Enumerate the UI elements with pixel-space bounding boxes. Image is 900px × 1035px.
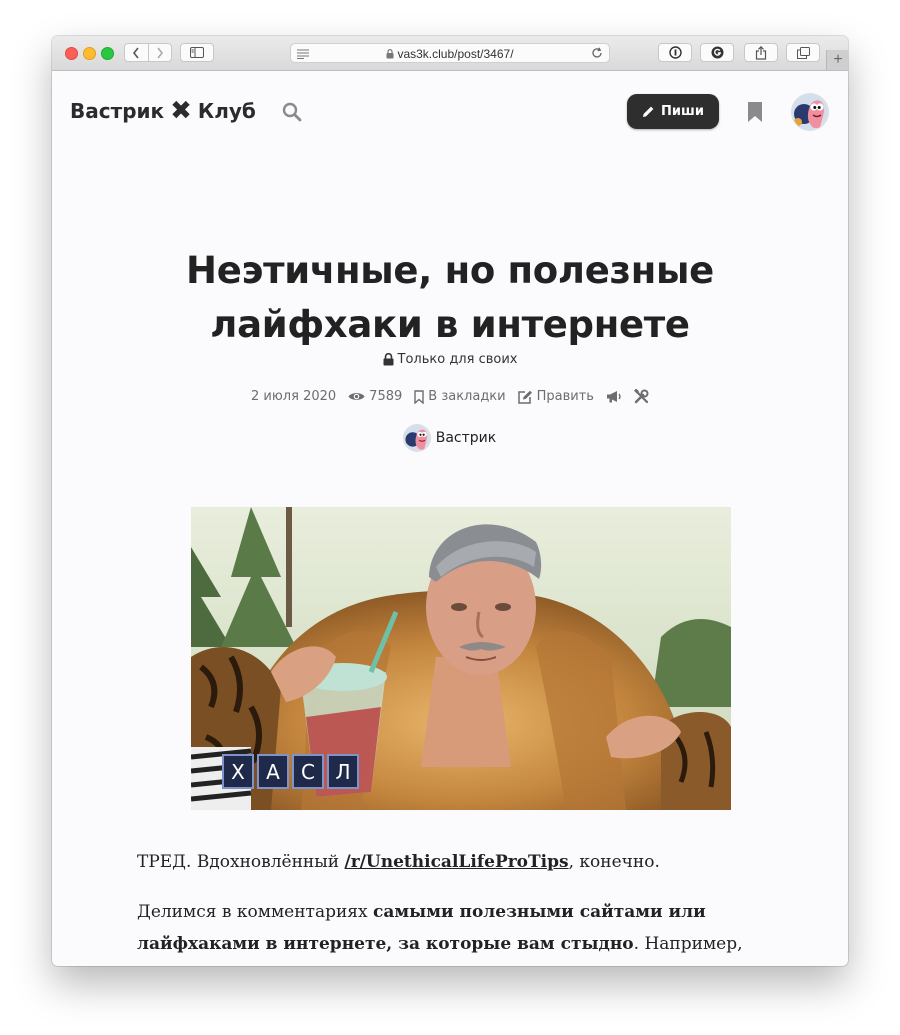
bookmarks-button[interactable] (748, 102, 762, 126)
megaphone-icon (606, 391, 621, 403)
visibility-text: Только для своих (397, 352, 518, 367)
p2-text-after: . Например, (633, 934, 743, 954)
cover-letter-4: Л (335, 760, 350, 784)
search-button[interactable] (282, 102, 302, 126)
tabs-icon (796, 46, 810, 59)
p1-text-after: , конечно. (568, 852, 660, 872)
views-count: 7589 (348, 389, 402, 404)
write-label: Пиши (661, 104, 704, 119)
back-button[interactable] (125, 44, 148, 61)
site-logo[interactable]: Вастрик ✖ Клуб (70, 98, 256, 124)
nav-buttons (124, 43, 172, 62)
edit-post-label: Править (536, 389, 594, 404)
lock-icon (383, 353, 394, 366)
address-bar[interactable]: vas3k.club/post/3467/ (290, 43, 610, 63)
post-author[interactable]: Вастрик (52, 425, 848, 451)
write-post-button[interactable]: Пиши (627, 94, 719, 129)
post-date[interactable]: 2 июля 2020 (251, 389, 336, 404)
minimize-window-button[interactable] (83, 47, 96, 60)
worm-avatar-icon (403, 425, 430, 451)
brand-left: Вастрик (70, 99, 165, 123)
share-button[interactable] (744, 43, 778, 62)
user-avatar[interactable] (792, 94, 828, 130)
tools-icon (633, 389, 649, 404)
search-icon (282, 102, 302, 122)
sidebar-toggle-button[interactable] (180, 43, 214, 62)
tabs-overview-button[interactable] (786, 43, 820, 62)
author-name: Вастрик (435, 430, 497, 446)
post-meta: 2 июля 2020 7589 В закладки Править (52, 389, 848, 404)
chevron-right-icon (157, 47, 163, 58)
post-title: Неэтичные, но полезные лайфхаки в интерн… (52, 244, 848, 352)
bookmark-post-label: В закладки (428, 389, 506, 404)
moderation-tools-button[interactable] (633, 389, 649, 404)
bookmark-icon (748, 102, 762, 122)
share-icon (755, 45, 767, 60)
brand-right: Клуб (197, 99, 256, 123)
edit-icon (517, 390, 532, 404)
chevron-left-icon (133, 47, 139, 58)
post-date-text: 2 июля 2020 (251, 389, 337, 404)
browser-toolbar: vas3k.club/post/3467/ + (52, 36, 848, 71)
eye-icon (348, 393, 365, 400)
url-text: vas3k.club/post/3467/ (397, 47, 514, 61)
subreddit-link[interactable]: /r/UnethicalLifeProTips (345, 852, 569, 872)
sidebar-icon (190, 47, 204, 58)
lock-icon (386, 49, 394, 59)
browser-window: vas3k.club/post/3467/ + Вастрик ✖ Клуб П… (52, 36, 848, 966)
cover-letter-2: А (266, 760, 280, 784)
url-display[interactable]: vas3k.club/post/3467/ (291, 47, 609, 61)
edit-post-button[interactable]: Править (517, 389, 594, 404)
1password-icon (668, 46, 682, 59)
forward-button[interactable] (149, 44, 172, 61)
grammarly-icon (711, 46, 723, 59)
visibility-badge: Только для своих (52, 352, 848, 367)
post-title-line2: лайфхаки в интернете (210, 303, 690, 346)
bookmark-outline-icon (414, 389, 424, 404)
p1-text-before: ТРЕД. Вдохновлённый (137, 852, 345, 872)
reload-icon[interactable] (591, 47, 603, 62)
pencil-icon (643, 106, 654, 117)
author-avatar[interactable] (403, 425, 430, 451)
post-paragraph-1: ТРЕД. Вдохновлённый /r/UnethicalLifeProT… (137, 846, 767, 878)
views-text: 7589 (369, 389, 403, 404)
cross-logo-icon: ✖ (170, 96, 192, 126)
cover-letter-3: С (301, 760, 315, 784)
p2-text-before: Делимся в комментариях (137, 902, 374, 922)
post-title-line1: Неэтичные, но полезные (186, 249, 714, 292)
cover-letter-1: Х (231, 760, 245, 784)
announce-button[interactable] (606, 390, 622, 403)
new-tab-button[interactable]: + (826, 50, 848, 70)
post-cover-image: Х А С Л (191, 507, 731, 810)
post-paragraph-2: Делимся в комментариях самыми полезными … (137, 896, 767, 960)
bookmark-post-button[interactable]: В закладки (414, 389, 506, 404)
password-extension-button[interactable] (658, 43, 692, 62)
close-window-button[interactable] (65, 47, 78, 60)
post-body: ТРЕД. Вдохновлённый /r/UnethicalLifeProT… (137, 846, 767, 966)
grammarly-extension-button[interactable] (700, 43, 734, 62)
zoom-window-button[interactable] (101, 47, 114, 60)
worm-avatar-icon (792, 94, 828, 130)
